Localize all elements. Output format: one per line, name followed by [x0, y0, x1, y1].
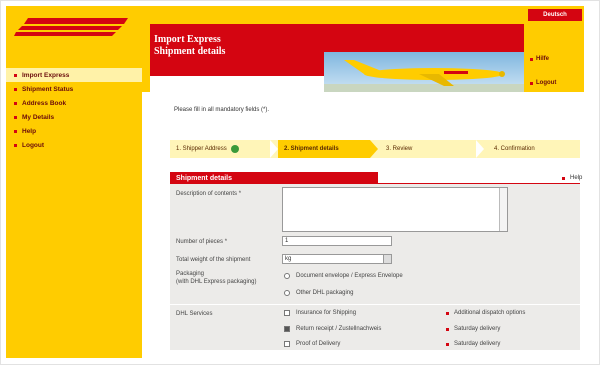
- chevron-down-icon[interactable]: [383, 255, 391, 263]
- section-title: Shipment details: [170, 172, 378, 184]
- bullet-icon: [562, 176, 565, 180]
- sidebar-item-label: Import Express: [22, 71, 70, 79]
- help-link[interactable]: Hilfe: [530, 56, 549, 62]
- service-option-2[interactable]: Return receipt / Zustellnachweis: [284, 326, 381, 332]
- pieces-label: Number of pieces *: [176, 239, 228, 245]
- checkbox[interactable]: [284, 341, 290, 347]
- bullet-icon: [446, 311, 449, 315]
- logout-link-label: Logout: [536, 80, 557, 86]
- weight-label: Total weight of the shipment: [176, 257, 251, 263]
- intro-text: Please fill in all mandatory fields (*).: [174, 107, 270, 113]
- service-info-3[interactable]: Saturday delivery: [446, 341, 500, 347]
- step-2-label: 2. Shipment details: [284, 146, 339, 152]
- step-3: 3. Review: [382, 140, 482, 158]
- packaging-label-line1: Packaging: [176, 271, 205, 277]
- service-option-3[interactable]: Proof of Delivery: [284, 341, 340, 347]
- page-title-line1: Import Express: [154, 34, 221, 45]
- service-option-1[interactable]: Insurance for Shipping: [284, 310, 356, 316]
- step-separator: [270, 140, 278, 158]
- step-1: 1. Shipper Address: [170, 140, 276, 158]
- weight-select-value: kg: [285, 256, 292, 262]
- check-icon: [230, 145, 239, 153]
- step-separator: [370, 140, 378, 158]
- packaging-option-2-label: Other DHL packaging: [296, 290, 354, 296]
- bullet-icon: [14, 129, 17, 133]
- service-option-2-label: Return receipt / Zustellnachweis: [296, 326, 382, 332]
- sidebar-item-label: Shipment Status: [22, 85, 74, 93]
- sidebar-item-my-details[interactable]: My Details: [6, 110, 142, 124]
- bullet-icon: [446, 342, 449, 346]
- header-yellow-band: [150, 6, 524, 24]
- form-divider: [170, 304, 580, 305]
- service-option-1-label: Insurance for Shipping: [296, 310, 357, 316]
- service-info-2[interactable]: Saturday delivery: [446, 326, 500, 332]
- weight-select[interactable]: kg: [282, 254, 392, 264]
- progress-steps: 1. Shipper Address 2. Shipment details 3…: [170, 140, 580, 158]
- service-info-2-label: Saturday delivery: [454, 326, 501, 332]
- bullet-icon: [14, 87, 17, 91]
- bullet-icon: [530, 81, 533, 85]
- packaging-option-1-label: Document envelope / Express Envelope: [296, 273, 403, 279]
- services-label: DHL Services: [176, 311, 213, 317]
- sidebar-background: [6, 6, 142, 358]
- packaging-option-2[interactable]: Other DHL packaging: [284, 290, 353, 296]
- help-link-label: Hilfe: [536, 56, 550, 62]
- bullet-icon: [14, 73, 17, 77]
- service-info-1-label: Additional dispatch options: [454, 310, 526, 316]
- contents-label: Description of contents *: [176, 191, 242, 197]
- packaging-label: Packaging (with DHL Express packaging): [176, 270, 256, 286]
- sidebar-item-help[interactable]: Help: [6, 124, 142, 138]
- textarea-scrollbar[interactable]: [499, 188, 507, 231]
- bullet-icon: [530, 57, 533, 61]
- header-yellow-strip: [142, 6, 150, 92]
- sidebar-item-label: Logout: [22, 141, 45, 149]
- page-title: Import Express Shipment details: [154, 34, 225, 58]
- sidebar-nav: Import Express Shipment Status Address B…: [6, 68, 142, 152]
- packaging-label-line2: (with DHL Express packaging): [176, 279, 257, 285]
- help-button-label: Help: [570, 175, 583, 181]
- bullet-icon: [446, 327, 449, 331]
- radio-button[interactable]: [284, 290, 290, 296]
- bullet-icon: [14, 101, 17, 105]
- service-info-3-label: Saturday delivery: [454, 341, 501, 347]
- sidebar-item-label: Help: [22, 127, 37, 135]
- step-1-label: 1. Shipper Address: [176, 146, 227, 152]
- sidebar-item-label: My Details: [22, 113, 55, 121]
- pieces-input[interactable]: 1: [282, 236, 392, 246]
- page-title-line2: Shipment details: [154, 46, 226, 57]
- sidebar-item-shipment-status[interactable]: Shipment Status: [6, 82, 142, 96]
- contents-textarea[interactable]: [282, 187, 508, 232]
- header-image: [324, 52, 524, 92]
- step-4: 4. Confirmation: [488, 140, 578, 158]
- sidebar-item-import-express[interactable]: Import Express: [6, 68, 142, 82]
- sidebar-item-address-book[interactable]: Address Book: [6, 96, 142, 110]
- step-3-label: 3. Review: [386, 146, 413, 152]
- airplane-icon: [324, 60, 524, 92]
- radio-button[interactable]: [284, 273, 290, 279]
- sidebar-item-label: Address Book: [22, 99, 67, 107]
- bullet-icon: [14, 115, 17, 119]
- logout-link[interactable]: Logout: [530, 80, 556, 86]
- step-separator: [476, 140, 484, 158]
- service-info-1[interactable]: Additional dispatch options: [446, 310, 525, 316]
- dhl-logo[interactable]: [14, 14, 134, 40]
- checkbox[interactable]: [284, 326, 290, 332]
- bullet-icon: [14, 143, 17, 147]
- checkbox[interactable]: [284, 310, 290, 316]
- step-2: 2. Shipment details: [278, 140, 370, 158]
- service-option-3-label: Proof of Delivery: [296, 341, 341, 347]
- language-button[interactable]: Deutsch: [528, 9, 582, 21]
- help-button[interactable]: Help: [562, 175, 582, 181]
- sidebar-item-logout[interactable]: Logout: [6, 138, 142, 152]
- packaging-option-1[interactable]: Document envelope / Express Envelope: [284, 273, 403, 279]
- step-4-label: 4. Confirmation: [494, 146, 535, 152]
